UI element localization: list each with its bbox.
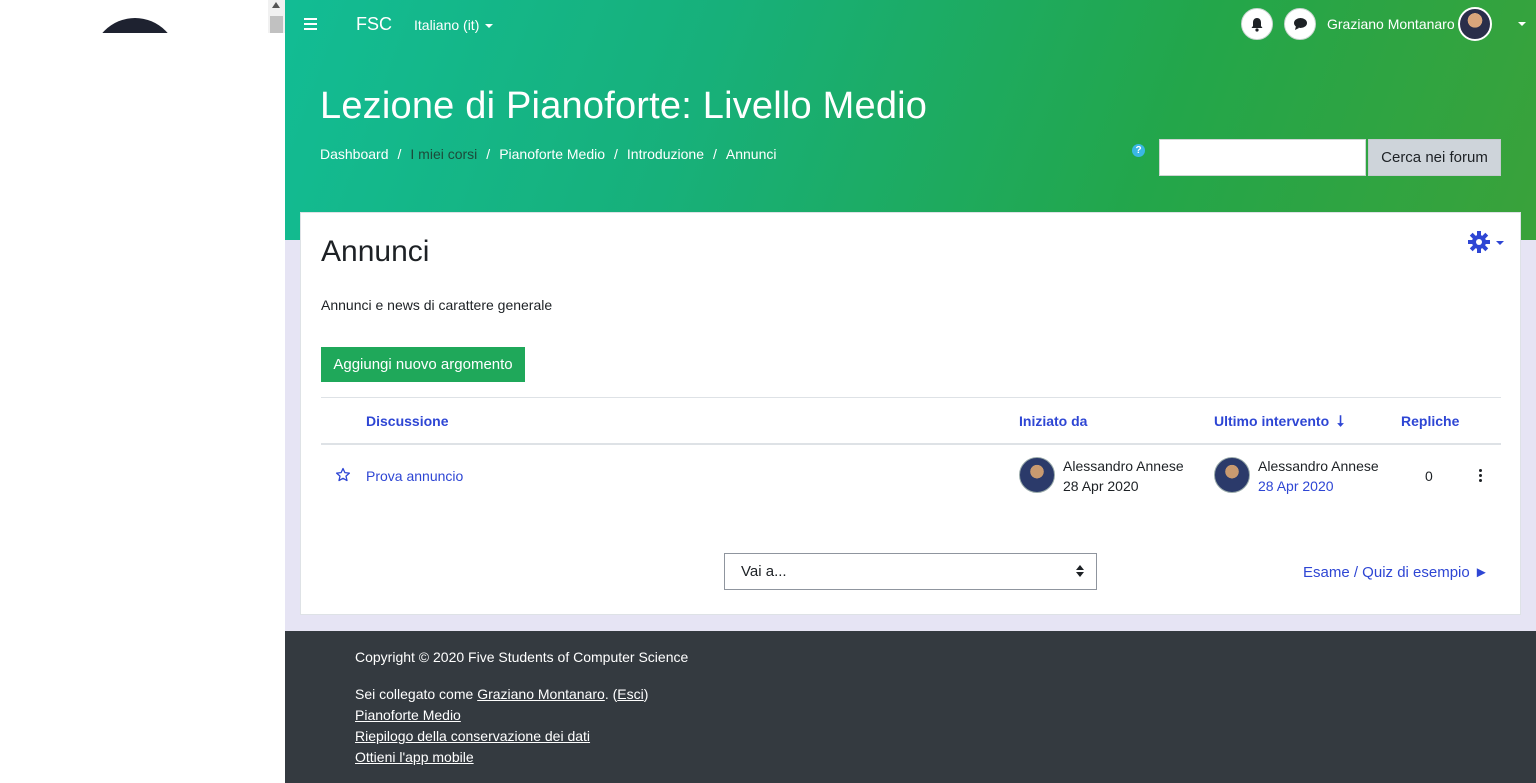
jump-to-value: Vai a... bbox=[741, 563, 787, 580]
sort-down-icon: ⭣ bbox=[1337, 413, 1345, 430]
logged-in-info: Sei collegato come Graziano Montanaro. (… bbox=[355, 686, 648, 702]
help-icon[interactable]: ? bbox=[1132, 144, 1145, 157]
updown-icon bbox=[1076, 565, 1084, 577]
forum-card: Annunci Annunci e news di carattere gene… bbox=[300, 212, 1521, 615]
avatar[interactable] bbox=[1214, 457, 1250, 493]
copyright-text: Copyright © 2020 Five Students of Comput… bbox=[355, 649, 689, 665]
user-name[interactable]: Graziano Montanaro bbox=[1327, 16, 1455, 32]
column-last-post[interactable]: Ultimo intervento ⭣ bbox=[1214, 413, 1344, 430]
language-menu[interactable]: Italiano (it) bbox=[414, 17, 494, 33]
breadcrumb-dashboard[interactable]: Dashboard bbox=[320, 146, 389, 162]
gear-icon bbox=[1468, 231, 1490, 253]
top-navbar: FSC Italiano (it) Graziano Montanaro bbox=[285, 0, 1536, 50]
language-label: Italiano (it) bbox=[414, 17, 480, 33]
forum-search-input[interactable] bbox=[1159, 139, 1366, 176]
started-by-name: Alessandro Annese bbox=[1063, 458, 1184, 474]
breadcrumb-forum[interactable]: Annunci bbox=[726, 146, 777, 162]
started-date: 28 Apr 2020 bbox=[1063, 478, 1139, 494]
footer-course-link[interactable]: Pianoforte Medio bbox=[355, 707, 461, 723]
avatar[interactable] bbox=[1458, 7, 1492, 41]
star-icon[interactable] bbox=[335, 467, 351, 483]
notifications-button[interactable] bbox=[1241, 8, 1273, 40]
forum-description: Annunci e news di carattere generale bbox=[321, 297, 553, 313]
page-footer: Copyright © 2020 Five Students of Comput… bbox=[285, 631, 1536, 783]
footer-mobile-app-link[interactable]: Ottieni l'app mobile bbox=[355, 749, 474, 765]
brand-link[interactable]: FSC bbox=[356, 14, 392, 35]
add-topic-button[interactable]: Aggiungi nuovo argomento bbox=[321, 347, 525, 382]
footer-data-retention-link[interactable]: Riepilogo della conservazione dei dati bbox=[355, 728, 590, 744]
last-post-name: Alessandro Annese bbox=[1258, 458, 1379, 474]
next-activity-link[interactable]: Esame / Quiz di esempio ► bbox=[1303, 564, 1489, 581]
topic-link[interactable]: Prova annuncio bbox=[366, 468, 463, 484]
column-replies[interactable]: Repliche bbox=[1401, 413, 1459, 429]
logout-link[interactable]: Esci bbox=[617, 686, 643, 702]
bell-icon bbox=[1251, 18, 1263, 32]
page-title: Lezione di Pianoforte: Livello Medio bbox=[320, 85, 928, 127]
jump-to-select[interactable]: Vai a... bbox=[724, 553, 1097, 590]
profile-link[interactable]: Graziano Montanaro bbox=[477, 686, 605, 702]
messages-button[interactable] bbox=[1284, 8, 1316, 40]
breadcrumb: Dashboard / I miei corsi / Pianoforte Medio /… bbox=[320, 146, 777, 162]
column-started-by[interactable]: Iniziato da bbox=[1019, 413, 1087, 429]
table-divider bbox=[321, 397, 1501, 398]
forum-search-button[interactable]: Cerca nei forum bbox=[1368, 139, 1501, 176]
scroll-thumb[interactable] bbox=[270, 16, 283, 33]
chevron-down-icon bbox=[1496, 241, 1504, 245]
user-menu-chevron-icon[interactable] bbox=[1518, 22, 1526, 26]
drawer-scrollbar[interactable] bbox=[268, 0, 285, 33]
logged-mid: . ( bbox=[604, 686, 618, 702]
avatar[interactable] bbox=[1019, 457, 1055, 493]
forum-title: Annunci bbox=[321, 235, 430, 268]
logged-suffix: ) bbox=[643, 686, 649, 702]
replies-count: 0 bbox=[1425, 468, 1433, 484]
kebab-icon[interactable] bbox=[1479, 469, 1483, 483]
breadcrumb-course[interactable]: Pianoforte Medio bbox=[499, 146, 605, 162]
drawer-avatar bbox=[92, 18, 178, 33]
column-discussion[interactable]: Discussione bbox=[366, 413, 448, 429]
column-last-post-label: Ultimo intervento bbox=[1214, 413, 1330, 429]
logged-prefix: Sei collegato come bbox=[355, 686, 478, 702]
breadcrumb-my-courses[interactable]: I miei corsi bbox=[410, 146, 477, 162]
hamburger-icon[interactable] bbox=[304, 18, 317, 30]
last-post-date-link[interactable]: 28 Apr 2020 bbox=[1258, 478, 1334, 494]
table-header-divider bbox=[321, 443, 1501, 445]
nav-drawer bbox=[0, 0, 285, 783]
chevron-down-icon bbox=[485, 24, 494, 29]
chat-icon bbox=[1294, 18, 1307, 30]
breadcrumb-section[interactable]: Introduzione bbox=[627, 146, 704, 162]
forum-settings-menu[interactable] bbox=[1468, 231, 1504, 253]
scroll-up-icon[interactable] bbox=[272, 2, 280, 8]
